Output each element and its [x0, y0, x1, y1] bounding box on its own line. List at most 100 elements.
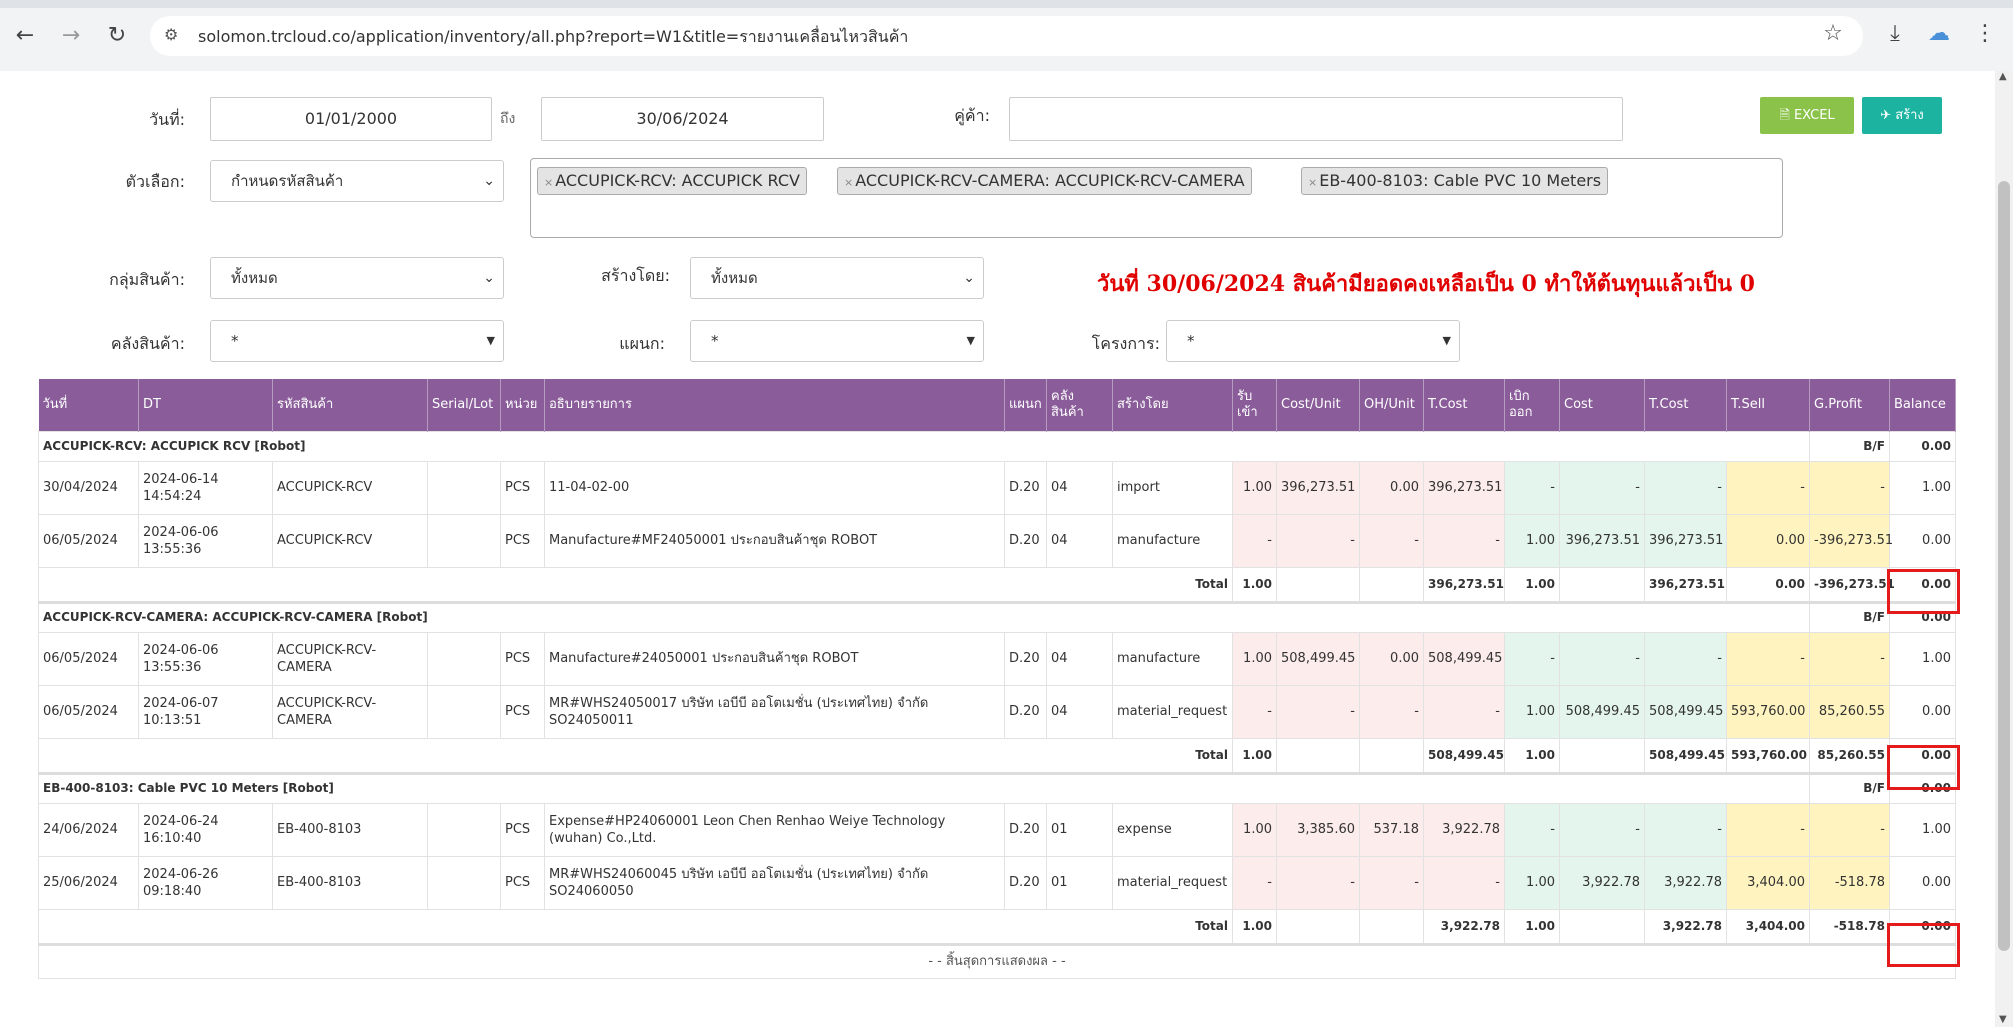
total-in: 1.00 — [1232, 737, 1277, 774]
to-label: ถึง — [500, 111, 516, 127]
column-header: Cost — [1559, 379, 1645, 431]
browser-toolbar: ← → ↻ ⚙ solomon.trcloud.co/application/i… — [0, 0, 2013, 71]
warehouse-select[interactable]: * ▼ — [210, 320, 504, 362]
date-label: วันที่: — [149, 110, 185, 129]
column-header: Cost/Unit — [1276, 379, 1360, 431]
total-tcost: 396,273.51 — [1423, 566, 1505, 603]
project-value: * — [1187, 332, 1195, 350]
table-cell: - — [1809, 631, 1890, 686]
reload-icon[interactable]: ↻ — [102, 23, 132, 48]
column-header: DT — [138, 379, 273, 431]
table-cell: - — [1359, 684, 1424, 739]
product-tag[interactable]: × EB-400-8103: Cable PVC 10 Meters — [1301, 167, 1609, 195]
table-cell — [427, 684, 501, 739]
table-row: 24/06/2024 2024-06-24 16:10:40 EB-400-8103… — [38, 802, 1956, 857]
product-tag[interactable]: × ACCUPICK-RCV-CAMERA: ACCUPICK-RCV-CAMER… — [837, 167, 1252, 195]
bookmark-star-icon[interactable]: ☆ — [1818, 21, 1848, 46]
table-cell: - — [1504, 802, 1560, 857]
table-cell: - — [1359, 855, 1424, 910]
table-cell: 3,404.00 — [1726, 855, 1810, 910]
table-cell: 508,499.45 — [1423, 631, 1505, 686]
product-group-select[interactable]: ทั้งหมด ⌄ — [210, 257, 504, 299]
created-by-select[interactable]: ทั้งหมด ⌄ — [690, 257, 984, 299]
column-header: รหัสสินค้า — [272, 379, 428, 431]
date-from-input[interactable]: 01/01/2000 — [210, 97, 492, 141]
scroll-down-icon[interactable]: ▼ — [1999, 1014, 2007, 1025]
table-cell: 3,922.78 — [1423, 802, 1505, 857]
group-header-row: ACCUPICK-RCV: ACCUPICK RCV [Robot] B/F 0.0… — [38, 430, 1956, 462]
caret-down-icon: ▼ — [966, 334, 975, 347]
department-value: * — [711, 332, 719, 350]
remove-tag-icon[interactable]: × — [1308, 176, 1317, 189]
project-select[interactable]: * ▼ — [1166, 320, 1460, 362]
description-link[interactable]: MR#WHS24060045 บริษัท เอบีบี ออโตเมชั่น … — [544, 855, 1005, 910]
back-icon[interactable]: ← — [10, 23, 40, 48]
table-cell: 06/05/2024 — [38, 513, 139, 568]
group-header-row: EB-400-8103: Cable PVC 10 Meters [Robot]… — [38, 772, 1956, 804]
table-cell: - — [1232, 513, 1277, 568]
table-cell: - — [1232, 684, 1277, 739]
table-cell — [427, 460, 501, 515]
address-bar[interactable]: ⚙ solomon.trcloud.co/application/invento… — [150, 16, 1863, 56]
product-tag-box[interactable]: × ACCUPICK-RCV: ACCUPICK RCV × ACCUPICK-RC… — [530, 158, 1783, 238]
page-scrollbar[interactable]: ▲ ▼ — [1995, 71, 2013, 1027]
date-to-input[interactable]: 30/06/2024 — [541, 97, 824, 141]
table-cell: 508,499.45 — [1276, 631, 1360, 686]
site-settings-icon[interactable]: ⚙ — [164, 25, 178, 44]
table-cell: 06/05/2024 — [38, 684, 139, 739]
total-tsell: 593,760.00 — [1726, 737, 1810, 774]
partner-input[interactable] — [1009, 97, 1623, 141]
annotation-note: วันที่ 30/06/2024 สินค้ามียอดคงเหลือเป็น… — [1026, 246, 1826, 322]
group-title: ACCUPICK-RCV: ACCUPICK RCV [Robot] — [38, 430, 1810, 462]
scrollbar-thumb[interactable] — [1998, 181, 2010, 951]
create-button[interactable]: ✈ สร้าง — [1862, 97, 1942, 134]
table-cell: 0.00 — [1726, 513, 1810, 568]
table-cell — [427, 631, 501, 686]
cloud-extension-icon[interactable]: ☁ — [1924, 21, 1954, 46]
remove-tag-icon[interactable]: × — [844, 176, 853, 189]
bf-label: B/F — [1809, 601, 1890, 633]
column-header: Serial/Lot — [427, 379, 501, 431]
table-cell: 01 — [1046, 855, 1113, 910]
column-header: T.Sell — [1726, 379, 1810, 431]
excel-button[interactable]: 🗎 EXCEL — [1760, 97, 1854, 134]
table-cell: 1.00 — [1232, 631, 1277, 686]
partner-label: คู่ค้า: — [954, 106, 990, 125]
scroll-up-icon[interactable]: ▲ — [1999, 71, 2007, 82]
remove-tag-icon[interactable]: × — [544, 176, 553, 189]
table-cell: 2024-06-07 10:13:51 — [138, 684, 273, 739]
total-tsell: 3,404.00 — [1726, 908, 1810, 945]
department-select[interactable]: * ▼ — [690, 320, 984, 362]
option-select-value: กำหนดรหัสสินค้า — [231, 172, 344, 190]
column-header: อธิบายรายการ — [544, 379, 1005, 431]
warehouse-value: * — [231, 332, 239, 350]
table-cell: - — [1726, 802, 1810, 857]
table-cell: PCS — [500, 684, 545, 739]
table-cell: EB-400-8103 — [272, 855, 428, 910]
description-link[interactable]: Expense#HP24060001 Leon Chen Renhao Weiy… — [544, 802, 1005, 857]
total-tcost-out: 3,922.78 — [1644, 908, 1727, 945]
group-header-row: ACCUPICK-RCV-CAMERA: ACCUPICK-RCV-CAMERA… — [38, 601, 1956, 633]
menu-kebab-icon[interactable]: ⋮ — [1970, 21, 2000, 46]
table-cell: - — [1644, 802, 1727, 857]
table-cell: - — [1809, 460, 1890, 515]
column-header: OH/Unit — [1359, 379, 1424, 431]
total-in: 1.00 — [1232, 566, 1277, 603]
download-icon[interactable]: ⤓ — [1880, 21, 1910, 46]
column-header: เบิก ออก — [1504, 379, 1560, 431]
table-cell: - — [1359, 513, 1424, 568]
table-cell: D.20 — [1004, 855, 1047, 910]
product-tag[interactable]: × ACCUPICK-RCV: ACCUPICK RCV — [537, 167, 807, 195]
description-link[interactable]: Manufacture#MF24050001 ประกอบสินค้าชุด R… — [544, 513, 1005, 568]
description-link[interactable]: Manufacture#24050001 ประกอบสินค้าชุด ROB… — [544, 631, 1005, 686]
total-tcost: 3,922.78 — [1423, 908, 1505, 945]
caret-down-icon: ▼ — [486, 334, 495, 347]
forward-icon[interactable]: → — [56, 23, 86, 48]
option-select[interactable]: กำหนดรหัสสินค้า ⌄ — [210, 160, 504, 202]
table-cell: 01 — [1046, 802, 1113, 857]
description-link[interactable]: MR#WHS24050017 บริษัท เอบีบี ออโตเมชั่น … — [544, 684, 1005, 739]
table-cell: PCS — [500, 631, 545, 686]
chevron-down-icon: ⌄ — [963, 270, 975, 286]
table-row: 06/05/2024 2024-06-06 13:55:36 ACCUPICK-RC… — [38, 513, 1956, 568]
table-cell: 396,273.51 — [1644, 513, 1727, 568]
